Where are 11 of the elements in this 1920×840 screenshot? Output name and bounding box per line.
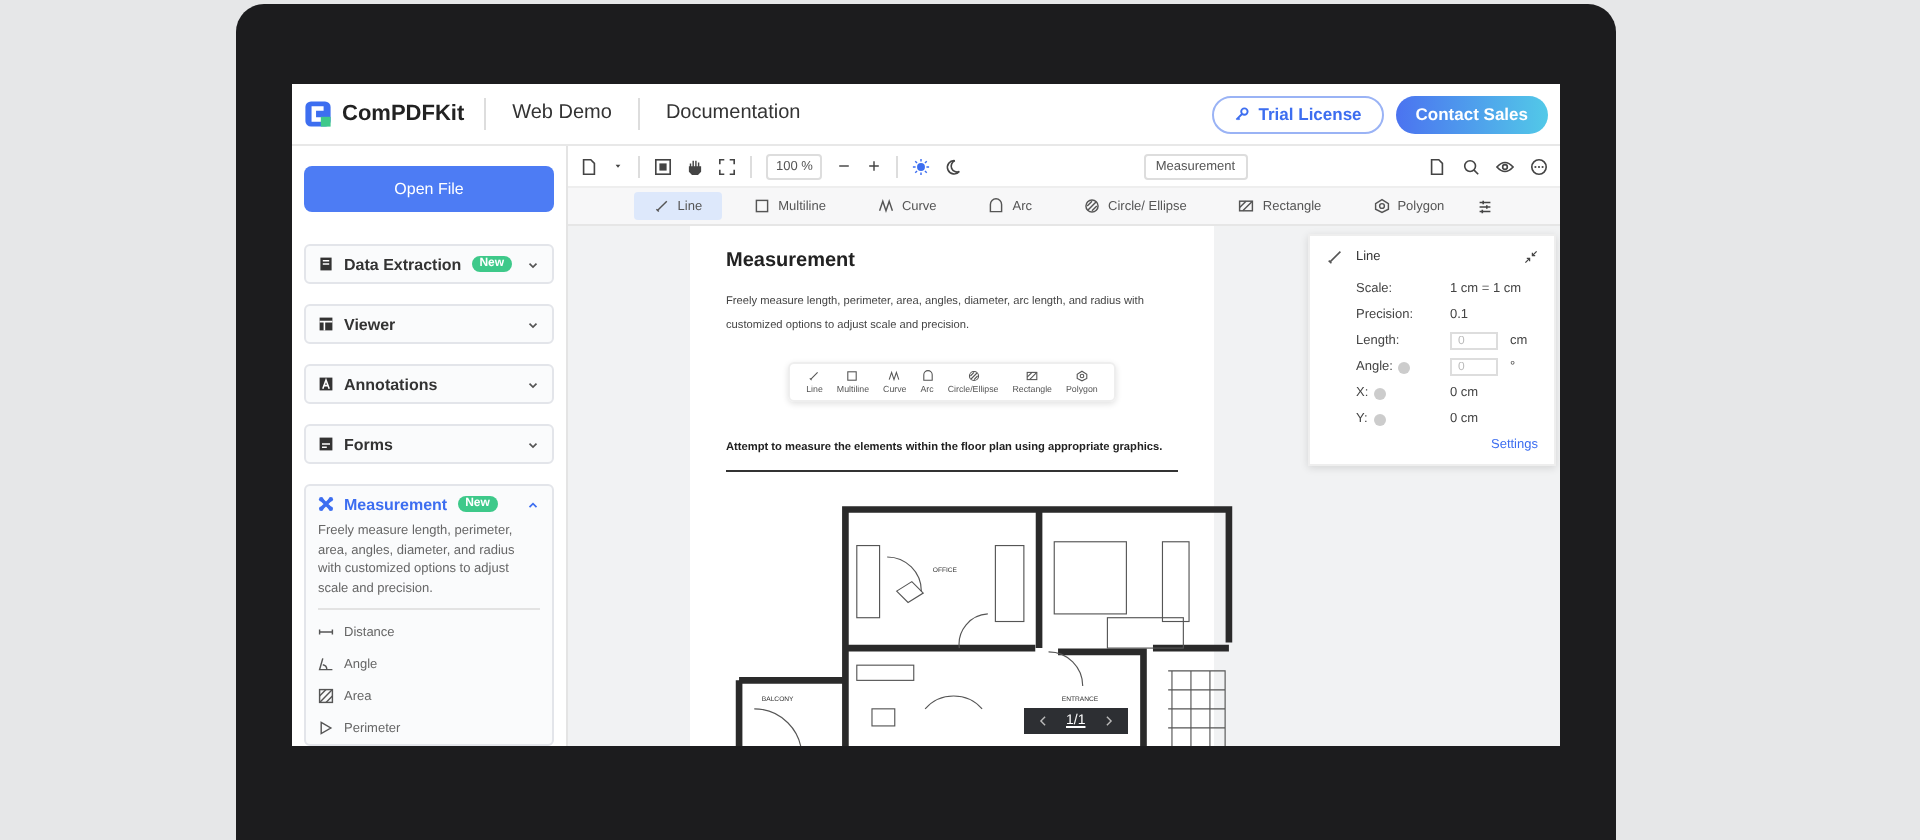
section-title[interactable]: Forms bbox=[344, 435, 393, 453]
section-title[interactable]: Measurement bbox=[344, 495, 448, 513]
logo-text: ComPDFKit bbox=[342, 102, 465, 126]
open-file-button[interactable]: Open File bbox=[304, 166, 554, 212]
section-title[interactable]: Data Extraction bbox=[344, 255, 462, 273]
nav-link[interactable]: Web Demo bbox=[484, 98, 638, 130]
section-title[interactable]: Viewer bbox=[344, 315, 396, 333]
section-title[interactable]: Annotations bbox=[344, 375, 438, 393]
document-title: Measurement bbox=[726, 250, 855, 272]
trial-license-button[interactable]: Trial License bbox=[1212, 95, 1384, 133]
nav-link[interactable]: Documentation bbox=[637, 98, 827, 130]
